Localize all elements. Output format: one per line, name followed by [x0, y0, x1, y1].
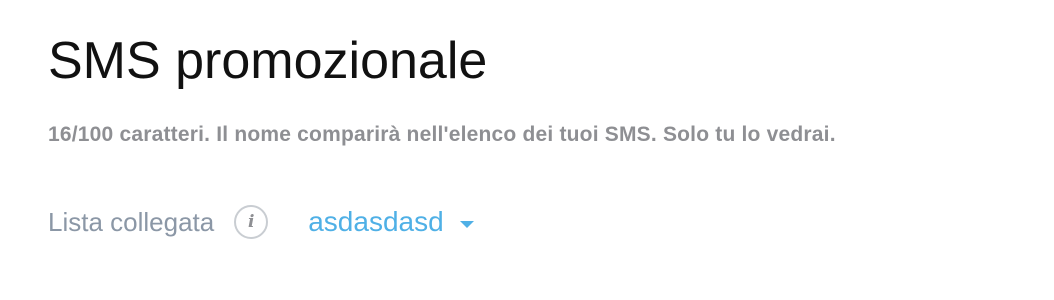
linked-list-label: Lista collegata — [48, 206, 215, 237]
linked-list-selected-value: asdasdasd — [308, 206, 444, 237]
campaign-name-title[interactable]: SMS promozionale — [48, 26, 487, 96]
caret-down-icon — [459, 220, 474, 228]
info-icon[interactable]: i — [234, 205, 269, 239]
campaign-name-helper: 16/100 caratteri. Il nome comparirà nell… — [48, 123, 836, 146]
linked-list-row: Lista collegata i asdasdasd — [48, 200, 474, 244]
linked-list-dropdown[interactable]: asdasdasd — [308, 206, 474, 238]
info-icon-glyph: i — [248, 211, 255, 232]
